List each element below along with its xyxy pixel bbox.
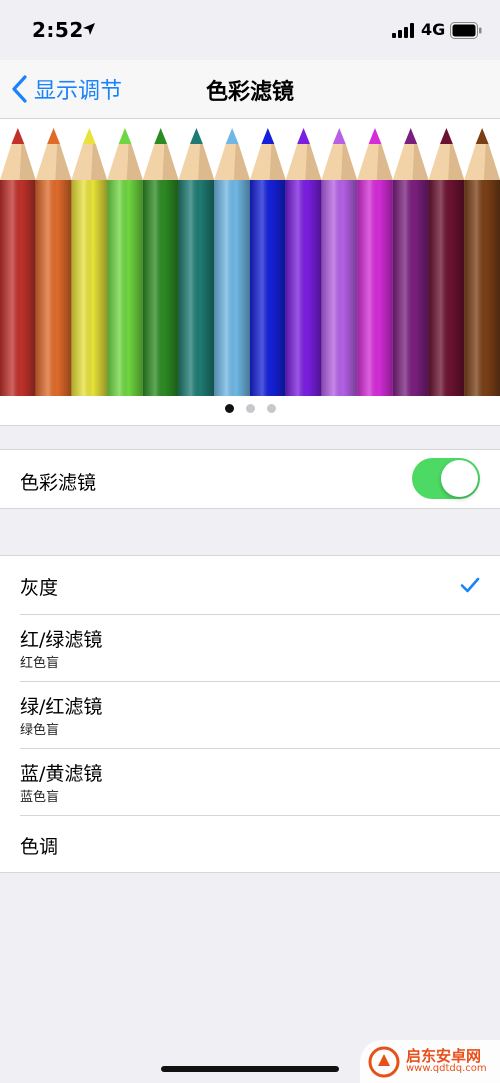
pencil-13 [428, 128, 465, 396]
colored-pencils-image [0, 128, 500, 396]
watermark-name: 启东安卓网 [406, 1047, 482, 1065]
watermark-url: www.qdtdq.com [406, 1063, 487, 1074]
location-arrow-icon [83, 23, 95, 35]
home-indicator[interactable] [161, 1066, 339, 1072]
filter-option-subtitle: 红色盲 [20, 656, 60, 671]
pencil-8 [250, 128, 286, 396]
filter-option-title: 绿/红滤镜 [20, 696, 103, 718]
pencil-9 [285, 128, 322, 396]
battery-icon [450, 22, 482, 39]
filter-option-title: 灰度 [20, 577, 59, 599]
pencil-10 [321, 128, 358, 396]
page-dot-2[interactable] [245, 404, 255, 413]
pencil-1 [0, 128, 36, 396]
filter-option-title: 蓝/黄滤镜 [20, 763, 103, 785]
page-title: 色彩滤镜 [205, 80, 294, 105]
filter-option-subtitle: 绿色盲 [20, 723, 60, 738]
filter-options-list: 灰度 红/绿滤镜 红色盲 绿/红滤镜 绿色盲 蓝/黄滤镜 蓝色盲 色调 [0, 555, 500, 873]
status-time: 2:52 [32, 18, 84, 42]
pencil-5 [142, 128, 179, 396]
filter-option-subtitle: 蓝色盲 [20, 790, 60, 805]
pencil-7 [214, 128, 250, 396]
pencil-14 [464, 128, 500, 396]
filter-option-title: 色调 [20, 836, 59, 858]
switch-knob [441, 460, 478, 497]
filter-preview-banner[interactable] [0, 119, 500, 426]
navigation-bar: 显示调节 色彩滤镜 [0, 60, 500, 119]
color-filters-toggle-label: 色彩滤镜 [20, 472, 97, 494]
page-indicator[interactable] [0, 404, 500, 416]
site-watermark: 启东安卓网 www.qdtdq.com [360, 1040, 500, 1083]
pencil-3 [71, 128, 108, 396]
color-filters-switch[interactable] [412, 458, 480, 499]
filter-option-red-green[interactable]: 红/绿滤镜 红色盲 [0, 615, 500, 681]
filter-option-title: 红/绿滤镜 [20, 629, 103, 651]
filter-option-grayscale[interactable]: 灰度 [0, 556, 500, 614]
pencil-12 [392, 128, 429, 396]
watermark-logo-icon [368, 1046, 400, 1077]
color-filters-screen: 2:52 4G 显示调节 色彩滤镜 色彩滤镜 灰度 红/绿滤镜 红色盲 绿/红滤… [0, 0, 500, 1083]
checkmark-icon [460, 577, 480, 593]
page-dot-3[interactable] [266, 404, 276, 413]
page-dot-1[interactable] [224, 404, 234, 413]
pencil-11 [357, 128, 393, 396]
pencil-6 [178, 128, 215, 396]
network-type: 4G [421, 20, 446, 39]
status-bar: 2:52 4G [0, 0, 500, 60]
pencil-4 [107, 128, 143, 396]
cellular-signal-icon [392, 23, 414, 38]
filter-option-green-red[interactable]: 绿/红滤镜 绿色盲 [0, 682, 500, 748]
pencil-2 [35, 128, 72, 396]
filter-option-color-tint[interactable]: 色调 [0, 816, 500, 872]
filter-option-blue-yellow[interactable]: 蓝/黄滤镜 蓝色盲 [0, 749, 500, 815]
color-filters-toggle-row: 色彩滤镜 [0, 449, 500, 509]
